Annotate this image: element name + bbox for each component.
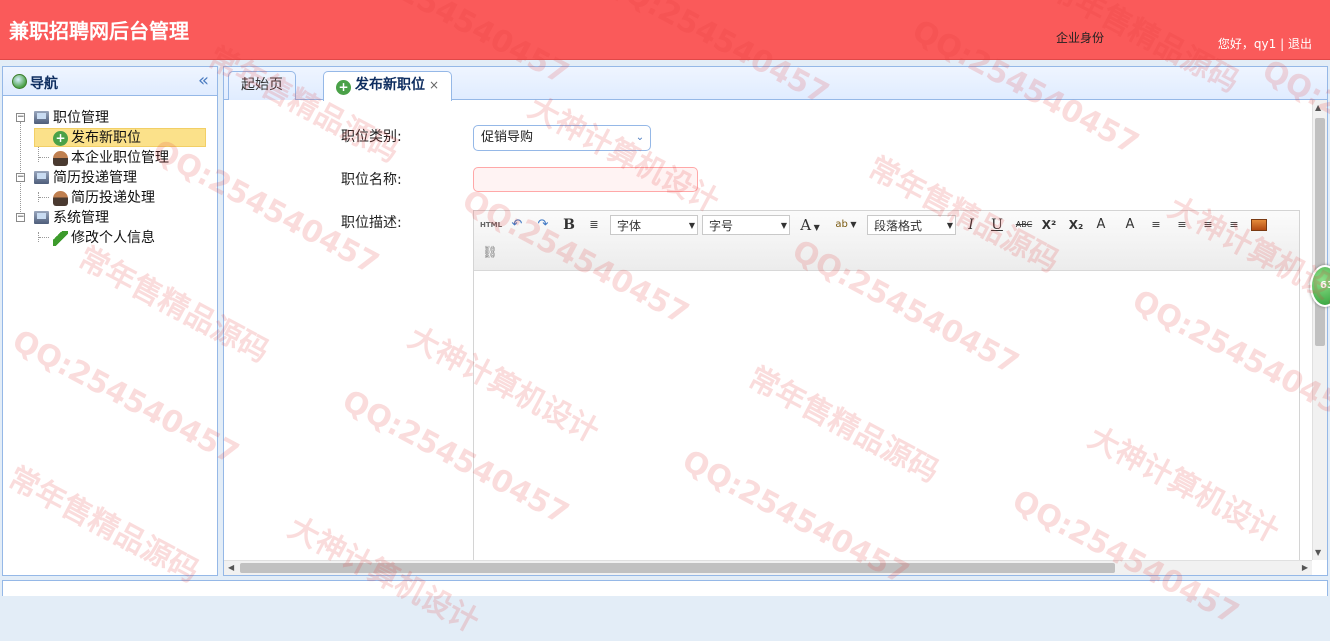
user-icon — [53, 191, 68, 206]
navigation-header: 导航 « — [3, 67, 217, 96]
tree-item-resume-processing[interactable]: 简历投递处理 — [3, 188, 217, 208]
font-color-button[interactable]: A ▼ — [796, 215, 824, 235]
paragraph-format-value: 段落格式 — [874, 219, 923, 233]
subscript-button[interactable]: X₂ — [1066, 215, 1086, 235]
add-icon: + — [53, 131, 68, 146]
user-role: 企业身份 — [1056, 31, 1105, 45]
tree-item-label: 修改个人信息 — [71, 230, 155, 246]
collapse-toggle-icon[interactable]: − — [16, 113, 25, 122]
tree-item-label: 简历投递处理 — [71, 190, 155, 206]
scroll-down-icon[interactable]: ▼ — [1315, 548, 1321, 557]
user-info: 您好，qy1 | 退出 — [1218, 35, 1312, 52]
job-name-input[interactable] — [473, 167, 698, 192]
caret-down-icon: ▼ — [847, 220, 857, 229]
tree-item-label: 简历投递管理 — [53, 170, 137, 186]
job-name-label: 职位名称: — [341, 172, 402, 188]
user-icon — [53, 151, 68, 166]
editor-toolbar: HTML ↶ ↷ B ≣ 字体 ▼ 字号 ▼ A ▼ ab ▼ 段落格式 ▼ I U … — [474, 211, 1299, 271]
tab-home[interactable]: 起始页 — [228, 71, 296, 100]
font-family-value: 字体 — [617, 219, 642, 233]
app-title: 兼职招聘网后台管理 — [9, 19, 189, 43]
redo-button[interactable]: ↷ — [533, 215, 553, 235]
logout-link[interactable]: 退出 — [1288, 37, 1312, 51]
chevron-down-icon: ⌄ — [635, 132, 645, 143]
app-header: 兼职招聘网后台管理 企业身份 您好，qy1 | 退出 — [0, 0, 1330, 60]
font-color-label: A — [800, 216, 812, 234]
category-label: 职位类别: — [341, 129, 402, 145]
strikethrough-button[interactable]: ABC — [1012, 215, 1036, 235]
font-size-value: 字号 — [709, 219, 734, 233]
category-select[interactable]: 促销导购 ⌄ — [473, 125, 651, 151]
caret-down-icon: ▼ — [946, 221, 953, 230]
align-left-icon[interactable]: ≡ — [1146, 215, 1166, 235]
italic-button[interactable]: I — [961, 215, 981, 235]
job-description-label: 职位描述: — [341, 215, 402, 231]
collapse-toggle-icon[interactable]: − — [16, 213, 25, 222]
image-icon[interactable] — [1251, 219, 1267, 231]
navigation-title: 导航 — [30, 76, 58, 92]
collapse-icon[interactable]: « — [198, 70, 209, 91]
separator: | — [1280, 37, 1285, 51]
font-smaller-button[interactable]: A — [1120, 215, 1140, 235]
greeting-text: 您好，qy1 — [1217, 37, 1277, 51]
paragraph-format-select[interactable]: 段落格式 ▼ — [867, 215, 956, 235]
tree-item-publish-job[interactable]: + 发布新职位 — [3, 128, 217, 148]
footer-panel — [2, 580, 1328, 596]
font-size-select[interactable]: 字号 ▼ — [702, 215, 790, 235]
html-source-button[interactable]: HTML — [480, 215, 502, 235]
tab-content: 职位类别: 促销导购 ⌄ 职位名称: 职位描述: HTML ↶ ↷ B ≣ 字体… — [224, 100, 1327, 575]
scroll-right-icon[interactable]: ▶ — [1302, 563, 1308, 572]
monitor-icon — [34, 111, 49, 124]
font-family-select[interactable]: 字体 ▼ — [610, 215, 698, 235]
navigation-panel: 导航 « − 职位管理 + 发布新职位 本企业职位管理 − 简历投递管理 简历投… — [2, 66, 218, 576]
undo-button[interactable]: ↶ — [507, 215, 527, 235]
tab-label: 发布新职位 — [355, 77, 425, 93]
collapse-toggle-icon[interactable]: − — [16, 173, 25, 182]
tab-publish-job[interactable]: + 发布新职位 × — [323, 71, 453, 101]
tree-item-label: 系统管理 — [53, 210, 109, 226]
category-value: 促销导购 — [481, 130, 534, 145]
scroll-left-icon[interactable]: ◀ — [228, 563, 234, 572]
align-right-icon[interactable]: ≡ — [1172, 215, 1192, 235]
tab-bar: 起始页 + 发布新职位 × — [224, 67, 1327, 101]
tab-label: 起始页 — [241, 77, 283, 93]
font-larger-button[interactable]: A — [1091, 215, 1111, 235]
align-icon[interactable]: ≣ — [584, 215, 604, 235]
tree-item-job-management[interactable]: − 职位管理 — [3, 108, 217, 128]
monitor-icon — [34, 211, 49, 224]
highlight-button[interactable]: ab ▼ — [831, 215, 861, 235]
align-center-icon[interactable]: ≡ — [1198, 215, 1218, 235]
underline-button[interactable]: U — [987, 215, 1007, 235]
monitor-icon — [34, 171, 49, 184]
globe-icon — [12, 74, 27, 89]
tree-item-system-management[interactable]: − 系统管理 — [3, 208, 217, 228]
editor-content-area[interactable] — [474, 271, 1299, 575]
align-justify-icon[interactable]: ≡ — [1224, 215, 1244, 235]
tree-item-label: 职位管理 — [53, 110, 109, 126]
caret-down-icon: ▼ — [780, 221, 787, 230]
add-icon: + — [336, 80, 351, 95]
scroll-up-icon[interactable]: ▲ — [1315, 103, 1321, 112]
scrollbar-thumb[interactable] — [1315, 118, 1325, 346]
rich-text-editor: HTML ↶ ↷ B ≣ 字体 ▼ 字号 ▼ A ▼ ab ▼ 段落格式 ▼ I U … — [473, 210, 1300, 575]
bold-button[interactable]: B — [559, 215, 579, 235]
tree-item-label: 发布新职位 — [71, 130, 141, 146]
scrollbar-thumb[interactable] — [240, 563, 1115, 573]
navigation-tree: − 职位管理 + 发布新职位 本企业职位管理 − 简历投递管理 简历投递处理 −… — [3, 96, 217, 248]
superscript-button[interactable]: X² — [1039, 215, 1059, 235]
caret-down-icon: ▼ — [811, 223, 820, 232]
tree-item-edit-profile[interactable]: 修改个人信息 — [3, 228, 217, 248]
caret-down-icon: ▼ — [688, 221, 695, 230]
pencil-icon — [53, 231, 68, 246]
tree-item-resume-management[interactable]: − 简历投递管理 — [3, 168, 217, 188]
tree-item-label: 本企业职位管理 — [71, 150, 169, 166]
link-icon[interactable]: ⛓ — [480, 242, 500, 262]
main-panel: 起始页 + 发布新职位 × 职位类别: 促销导购 ⌄ 职位名称: 职位描述: HTM… — [223, 66, 1328, 576]
vertical-scrollbar[interactable]: ▲ ▼ — [1312, 100, 1327, 560]
highlight-label: ab — [835, 219, 848, 230]
close-icon[interactable]: × — [429, 78, 439, 92]
horizontal-scrollbar[interactable]: ◀ ▶ — [224, 560, 1312, 575]
tree-item-company-jobs[interactable]: 本企业职位管理 — [3, 148, 217, 168]
